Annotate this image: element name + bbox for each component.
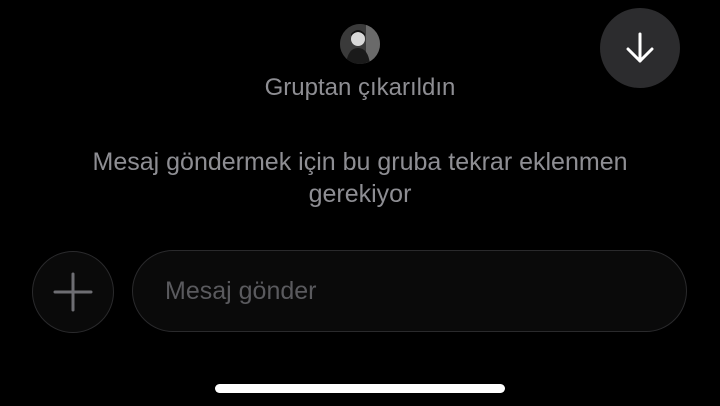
home-indicator[interactable] (215, 384, 505, 393)
removed-from-group-notice: Gruptan çıkarıldın (264, 74, 456, 101)
plus-icon (53, 272, 93, 312)
message-input[interactable] (132, 250, 687, 332)
add-attachment-button[interactable] (32, 251, 114, 333)
arrow-down-icon (626, 32, 654, 63)
avatar (340, 24, 380, 64)
scroll-to-bottom-button[interactable] (600, 8, 680, 88)
avatar-image (340, 24, 380, 64)
readd-info-text: Mesaj göndermek için bu gruba tekrar ekl… (92, 148, 628, 208)
